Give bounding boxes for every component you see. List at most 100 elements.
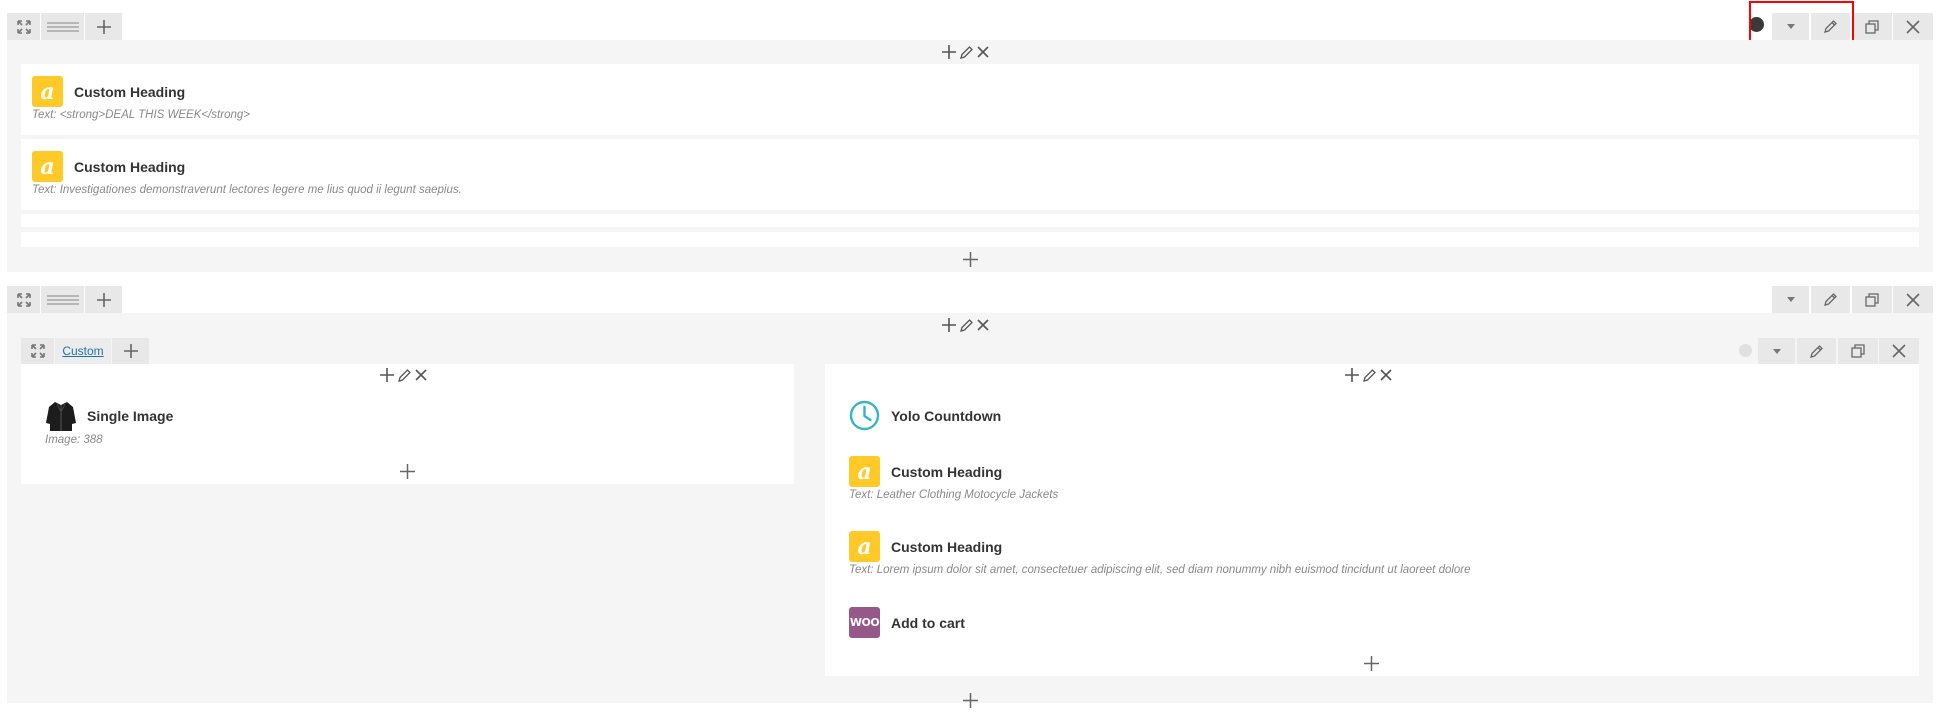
element-title: Custom Heading	[891, 539, 1003, 555]
element-title: Custom Heading	[74, 159, 186, 175]
row-1-add-element-button[interactable]	[963, 252, 978, 272]
element-title: Single Image	[87, 408, 174, 424]
inner-row-color-dot[interactable]	[1739, 344, 1752, 357]
empty-element-slot	[21, 232, 1919, 247]
plus-icon	[942, 318, 956, 332]
row-1-expand-button[interactable]	[7, 13, 40, 40]
drag-handle-icon	[46, 294, 79, 305]
element-custom-heading-3[interactable]: a Custom Heading Text: Leather Clothing …	[825, 456, 1919, 512]
plus-icon	[96, 19, 111, 34]
expand-icon	[16, 19, 31, 34]
close-icon	[977, 319, 989, 331]
close-icon	[415, 369, 427, 381]
empty-element-slot	[21, 214, 1919, 227]
element-custom-heading-1[interactable]: a Custom Heading Text: <strong>DEAL THIS…	[21, 64, 1919, 135]
column-delete-button[interactable]	[1380, 369, 1392, 381]
column-delete-button[interactable]	[415, 369, 427, 381]
plus-icon	[942, 45, 956, 59]
element-subtitle: Text: Lorem ipsum dolor sit amet, consec…	[849, 564, 1471, 576]
column-add-button[interactable]	[1345, 368, 1359, 382]
drag-handle-icon	[46, 21, 79, 32]
element-single-image[interactable]: Single Image Image: 388	[21, 394, 794, 454]
column-controls	[1345, 368, 1392, 382]
column-edit-button[interactable]	[1363, 368, 1376, 382]
row-2-clone-button[interactable]	[1852, 286, 1892, 313]
clock-icon	[849, 400, 880, 431]
custom-heading-icon: a	[32, 151, 63, 182]
row-1-drag-handle[interactable]	[41, 13, 84, 40]
plus-icon	[96, 292, 111, 307]
pencil-icon	[960, 318, 973, 332]
inner-row-tab[interactable]: Custom	[55, 338, 111, 364]
row-2-edit-button[interactable]	[1811, 286, 1850, 313]
row-1-delete-button[interactable]	[1893, 13, 1933, 40]
row-2-drag-handle[interactable]	[41, 286, 84, 313]
column-add-button[interactable]	[942, 45, 956, 59]
plus-icon	[1364, 656, 1379, 671]
element-add-to-cart[interactable]: WOO Add to cart	[825, 607, 1919, 643]
plus-icon	[400, 464, 415, 479]
element-title: Add to cart	[891, 615, 965, 631]
element-title: Custom Heading	[74, 84, 186, 100]
row-2-expand-button[interactable]	[7, 286, 40, 313]
pencil-icon	[398, 368, 411, 382]
row-2-add-column-button[interactable]	[85, 286, 122, 313]
column-delete-button[interactable]	[977, 319, 989, 331]
plus-icon	[1345, 368, 1359, 382]
jacket-thumbnail-icon	[45, 400, 77, 432]
inner-right-add-element-button[interactable]	[1364, 656, 1379, 676]
row-1-clone-button[interactable]	[1852, 13, 1892, 40]
element-subtitle: Text: Investigationes demonstraverunt le…	[32, 184, 462, 196]
plus-icon	[380, 368, 394, 382]
plus-icon	[123, 344, 138, 358]
close-icon	[1380, 369, 1392, 381]
inner-row-expand-button[interactable]	[21, 338, 54, 364]
row-1-add-column-button[interactable]	[85, 13, 122, 40]
caret-down-icon	[1772, 348, 1781, 354]
clone-icon	[1851, 344, 1865, 358]
inner-row-tab-label: Custom	[62, 344, 104, 358]
expand-icon	[30, 344, 45, 358]
element-subtitle: Image: 388	[45, 434, 103, 446]
clone-icon	[1865, 19, 1879, 34]
inner-left-add-element-button[interactable]	[400, 464, 415, 484]
custom-heading-icon: a	[849, 456, 880, 487]
row-1-column-controls	[942, 45, 989, 59]
close-icon	[1906, 292, 1920, 307]
column-add-button[interactable]	[380, 368, 394, 382]
row-2-toggle-button[interactable]	[1772, 286, 1809, 313]
woocommerce-icon: WOO	[849, 607, 880, 638]
column-edit-button[interactable]	[960, 45, 973, 59]
column-delete-button[interactable]	[977, 46, 989, 58]
inner-row-clone-button[interactable]	[1838, 338, 1878, 364]
pencil-icon	[960, 45, 973, 59]
column-add-button[interactable]	[942, 318, 956, 332]
inner-row-delete-button[interactable]	[1879, 338, 1919, 364]
element-custom-heading-2[interactable]: a Custom Heading Text: Investigationes d…	[21, 139, 1919, 210]
custom-heading-icon: a	[32, 76, 63, 107]
element-yolo-countdown[interactable]: Yolo Countdown	[825, 394, 1919, 438]
pencil-icon	[1824, 293, 1837, 306]
plus-icon	[963, 252, 978, 267]
caret-down-icon	[1786, 297, 1795, 302]
close-icon	[1892, 344, 1906, 358]
element-title: Yolo Countdown	[891, 408, 1002, 424]
element-custom-heading-4[interactable]: a Custom Heading Text: Lorem ipsum dolor…	[825, 531, 1919, 587]
close-icon	[977, 46, 989, 58]
inner-row-edit-button[interactable]	[1797, 338, 1836, 364]
element-subtitle: Text: <strong>DEAL THIS WEEK</strong>	[32, 109, 250, 121]
plus-icon	[963, 693, 978, 708]
column-controls	[380, 368, 427, 382]
custom-heading-icon: a	[849, 531, 880, 562]
column-edit-button[interactable]	[960, 318, 973, 332]
pencil-icon	[1810, 344, 1823, 358]
row-2-delete-button[interactable]	[1893, 286, 1933, 313]
element-subtitle: Text: Leather Clothing Motocycle Jackets	[849, 489, 1059, 501]
inner-row-toggle-button[interactable]	[1758, 338, 1795, 364]
woo-icon-text: WOO	[849, 616, 880, 629]
expand-icon	[16, 292, 31, 307]
row-2-add-element-button[interactable]	[963, 693, 978, 713]
column-edit-button[interactable]	[398, 368, 411, 382]
pencil-icon	[1363, 368, 1376, 382]
inner-row-add-column-button[interactable]	[112, 338, 149, 364]
